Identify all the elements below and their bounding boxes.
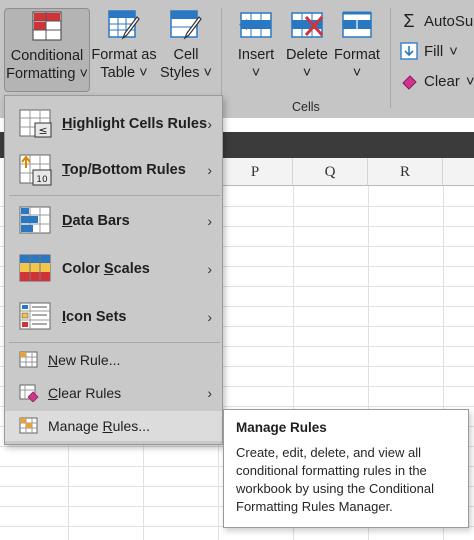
top-bottom-rules-icon: 10: [19, 154, 53, 186]
manage-rules-label: Manage Rules...: [48, 418, 150, 434]
new-rule-label: New Rule...: [48, 352, 121, 368]
clear-rules-icon: [19, 384, 39, 402]
chevron-down-icon: ˅: [203, 65, 212, 81]
fill-label: Fill: [424, 42, 444, 60]
menu-item-highlight-cells-rules[interactable]: ≤ Highlight Cells Rules ›: [5, 102, 222, 146]
menu-item-data-bars[interactable]: Data Bars ›: [5, 198, 222, 244]
insert-cells-icon: [237, 8, 275, 42]
svg-text:10: 10: [36, 175, 48, 185]
column-header-r[interactable]: R: [368, 158, 443, 186]
delete-button[interactable]: Delete ˅: [284, 8, 330, 92]
cells-group-label: Cells: [292, 100, 320, 114]
cell-styles-button[interactable]: Cell Styles ˅: [158, 8, 214, 92]
data-bars-icon: [19, 206, 53, 236]
cell-styles-label-1: Cell: [173, 47, 199, 63]
chevron-right-icon: ›: [207, 309, 212, 325]
menu-item-icon-sets[interactable]: Icon Sets ›: [5, 294, 222, 340]
autosum-button[interactable]: Σ AutoSu: [400, 9, 473, 33]
format-cells-icon: [339, 8, 375, 42]
sigma-icon: Σ: [403, 10, 415, 31]
icon-sets-icon: [19, 302, 53, 332]
format-as-table-button[interactable]: Format as Table ˅: [91, 8, 157, 92]
chevron-right-icon: ›: [207, 116, 212, 132]
ribbon-separator: [390, 8, 391, 108]
svg-text:≤: ≤: [38, 124, 47, 137]
clear-rules-label: Clear Rules: [48, 385, 122, 401]
chevron-down-icon: ˅: [139, 65, 148, 81]
format-label: Format: [334, 47, 380, 63]
clear-label: Clear: [424, 72, 460, 90]
conditional-formatting-button[interactable]: Conditional Formatting ˅: [4, 8, 90, 92]
eraser-icon: [400, 72, 418, 90]
manage-rules-tooltip: Manage Rules Create, edit, delete, and v…: [223, 409, 469, 528]
highlight-cells-rules-label: Highlight Cells Rules: [62, 116, 208, 132]
fill-down-icon: [400, 42, 418, 60]
format-button[interactable]: Format ˅: [332, 8, 382, 92]
cell-styles-label-2: Styles ˅: [160, 65, 212, 81]
fill-button[interactable]: Fill ˅: [400, 39, 458, 63]
data-bars-label: Data Bars: [62, 213, 130, 229]
clear-button[interactable]: Clear ˅: [400, 69, 474, 93]
chevron-right-icon: ›: [207, 213, 212, 229]
chevron-down-icon: ˅: [302, 65, 312, 81]
conditional-formatting-menu: ≤ Highlight Cells Rules › 10 Top/Bottom …: [4, 95, 223, 445]
conditional-formatting-icon: [31, 9, 63, 43]
delete-label: Delete: [286, 47, 328, 63]
autosum-label: AutoSu: [424, 12, 474, 30]
chevron-right-icon: ›: [207, 162, 212, 178]
column-header-p[interactable]: P: [218, 158, 293, 186]
color-scales-icon: [19, 254, 53, 284]
icon-sets-label: Icon Sets: [62, 309, 127, 325]
chevron-right-icon: ›: [207, 385, 212, 401]
chevron-right-icon: ›: [207, 261, 212, 277]
top-bottom-rules-label: Top/Bottom Rules: [62, 162, 186, 178]
format-as-table-label-2: Table ˅: [100, 65, 148, 81]
format-as-table-icon: [107, 8, 141, 42]
chevron-down-icon: ˅: [79, 66, 88, 82]
tooltip-body: Create, edit, delete, and view all condi…: [236, 445, 435, 514]
column-header-q[interactable]: Q: [293, 158, 368, 186]
chevron-down-icon: ˅: [352, 65, 362, 81]
menu-separator: [9, 195, 220, 196]
menu-separator: [9, 342, 220, 343]
highlight-cells-rules-icon: ≤: [19, 109, 53, 139]
delete-cells-icon: [288, 8, 326, 42]
column-header-next[interactable]: [443, 158, 474, 186]
menu-item-new-rule[interactable]: New Rule...: [5, 345, 222, 375]
manage-rules-icon: [19, 417, 39, 435]
conditional-formatting-label-2: Formatting ˅: [6, 66, 88, 82]
format-as-table-label-1: Format as: [91, 47, 157, 63]
chevron-down-icon: ˅: [449, 42, 458, 60]
conditional-formatting-label-1: Conditional: [10, 48, 84, 64]
chevron-down-icon: ˅: [251, 65, 261, 81]
menu-item-color-scales[interactable]: Color Scales ›: [5, 246, 222, 292]
ribbon-separator: [221, 8, 222, 108]
cell-styles-icon: [169, 8, 203, 42]
insert-button[interactable]: Insert ˅: [230, 8, 282, 92]
color-scales-label: Color Scales: [62, 261, 150, 277]
menu-item-top-bottom-rules[interactable]: 10 Top/Bottom Rules ›: [5, 148, 222, 192]
new-rule-icon: [19, 351, 39, 369]
chevron-down-icon: ˅: [465, 72, 474, 90]
menu-item-manage-rules[interactable]: Manage Rules...: [5, 411, 222, 441]
insert-label: Insert: [237, 47, 275, 63]
tooltip-title: Manage Rules: [236, 420, 327, 435]
menu-item-clear-rules[interactable]: Clear Rules ›: [5, 377, 222, 409]
